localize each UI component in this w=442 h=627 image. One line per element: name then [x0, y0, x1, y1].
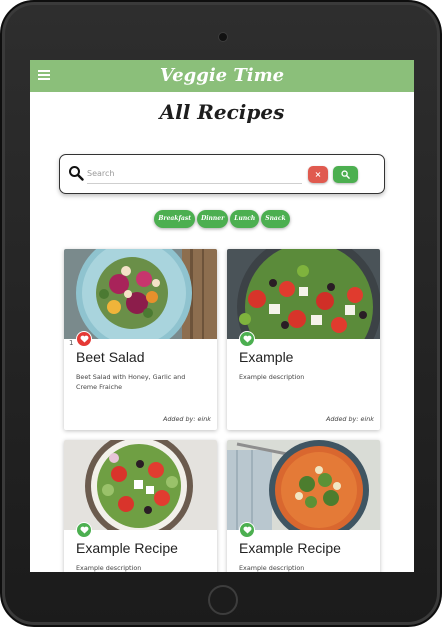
favorite-heart-icon[interactable] [239, 522, 255, 538]
tablet-frame: Veggie Time All Recipes × BreakfastDinne… [0, 0, 442, 627]
stew-bowl-photo [227, 440, 380, 530]
recipe-title: Beet Salad [76, 349, 145, 365]
recipe-description: Example description [239, 564, 305, 572]
app-screen: Veggie Time All Recipes × BreakfastDinne… [30, 60, 414, 572]
recipe-author: Added by: eink [326, 415, 374, 423]
beet-salad-photo [64, 249, 217, 339]
clear-search-button[interactable]: × [308, 166, 328, 183]
navbar: Veggie Time [30, 60, 414, 92]
filter-lunch[interactable]: Lunch [230, 210, 260, 228]
search-form: × [59, 154, 385, 194]
favorite-heart-icon[interactable] [76, 522, 92, 538]
filter-breakfast[interactable]: Breakfast [154, 210, 196, 228]
search-icon [341, 170, 350, 179]
recipe-description: Example description [239, 373, 305, 381]
search-icon [69, 166, 84, 181]
recipe-description: Beet Salad with Honey, Garlic and Creme … [76, 373, 186, 391]
front-camera [219, 33, 227, 41]
favorite-count: 1 [69, 339, 74, 347]
recipe-author: Added by: eink [163, 415, 211, 423]
brand-logo[interactable]: Veggie Time [30, 65, 414, 86]
filter-dinner[interactable]: Dinner [197, 210, 229, 228]
recipe-card[interactable]: Example Recipe Example description [64, 440, 217, 572]
favorite-heart-icon[interactable] [76, 331, 92, 347]
recipe-card[interactable]: 1 Beet Salad Beet Salad with Honey, Garl… [64, 249, 217, 430]
search-submit-button[interactable] [333, 166, 358, 183]
recipe-title: Example Recipe [76, 540, 178, 556]
category-filters: Breakfast Dinner Lunch Snack [30, 210, 414, 228]
salad-bowl-photo [64, 440, 217, 530]
recipe-card[interactable]: Example Recipe Example description [227, 440, 380, 572]
filter-snack[interactable]: Snack [261, 210, 290, 228]
home-button[interactable] [208, 585, 238, 615]
favorite-heart-icon[interactable] [239, 331, 255, 347]
search-input[interactable] [87, 164, 302, 184]
recipe-description: Example description [76, 564, 142, 572]
recipe-title: Example Recipe [239, 540, 341, 556]
greek-salad-photo [227, 249, 380, 339]
recipe-title: Example [239, 349, 294, 365]
recipe-card[interactable]: Example Example description Added by: ei… [227, 249, 380, 430]
page-title: All Recipes [159, 100, 285, 124]
